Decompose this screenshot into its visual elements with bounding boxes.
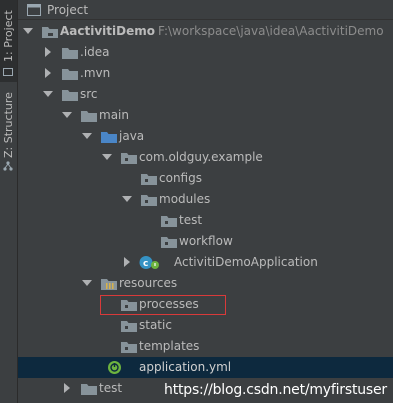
expand-arrow-right-icon[interactable] (121, 252, 133, 273)
folder-icon (62, 45, 78, 60)
folder-label: test (99, 381, 123, 395)
module-folder-icon (42, 24, 58, 39)
package-icon (121, 150, 137, 165)
left-tool-strip: 1: Project Z: Structure (0, 0, 18, 403)
structure-tab-label: Z: Structure (2, 92, 15, 158)
package-label: workflow (179, 234, 233, 248)
resources-folder-icon (101, 276, 117, 291)
tree-row-main[interactable]: main (18, 105, 393, 126)
folder-icon (121, 339, 137, 354)
class-label: ActivitiDemoApplication (174, 255, 318, 269)
tree-row-modules[interactable]: modules (18, 189, 393, 210)
folder-label: main (99, 108, 129, 122)
expand-arrow-right-icon[interactable] (42, 63, 54, 84)
tree-row-workflow[interactable]: workflow (18, 231, 393, 252)
package-label: com.oldguy.example (139, 150, 263, 164)
folder-icon (81, 381, 97, 396)
spring-config-file-icon (107, 360, 123, 375)
folder-label: resources (119, 276, 178, 290)
tree-row-mvn[interactable]: .mvn (18, 63, 393, 84)
project-tab-label: 1: Project (2, 10, 15, 62)
tree-row-app-class[interactable]: c ActivitiDemoApplication (18, 252, 393, 273)
structure-tool-tab[interactable]: Z: Structure (0, 88, 17, 174)
folder-icon (121, 297, 137, 312)
structure-tab-icon (3, 160, 13, 171)
expand-arrow-right-icon[interactable] (42, 42, 54, 63)
expand-arrow-down-icon[interactable] (81, 273, 93, 294)
package-label: test (179, 213, 203, 227)
expand-arrow-down-icon[interactable] (22, 21, 34, 42)
project-tree: AactivitiDemo F:\workspace\java\idea\Aac… (18, 21, 393, 403)
expand-arrow-down-icon[interactable] (121, 189, 133, 210)
source-folder-icon (101, 129, 117, 144)
tree-row-templates[interactable]: templates (18, 336, 393, 357)
folder-label: java (119, 129, 145, 143)
folder-label: static (139, 318, 172, 332)
project-window-icon (27, 4, 41, 16)
package-icon (141, 171, 157, 186)
expand-arrow-down-icon[interactable] (101, 147, 113, 168)
file-label: application.yml (139, 360, 232, 374)
expand-arrow-down-icon[interactable] (81, 126, 93, 147)
tree-row-java[interactable]: java (18, 126, 393, 147)
tree-row-test-package[interactable]: test (18, 210, 393, 231)
folder-icon (121, 318, 137, 333)
folder-label: src (80, 87, 98, 101)
folder-label: templates (139, 339, 200, 353)
package-icon (141, 192, 157, 207)
expand-arrow-down-icon[interactable] (42, 84, 54, 105)
folder-label: .idea (80, 45, 110, 59)
package-label: configs (159, 171, 202, 185)
panel-title: Project (47, 3, 89, 17)
tree-row-idea[interactable]: .idea (18, 42, 393, 63)
project-tool-tab[interactable]: 1: Project (0, 0, 17, 82)
expand-arrow-down-icon[interactable] (61, 105, 73, 126)
tree-row-root[interactable]: AactivitiDemo F:\workspace\java\idea\Aac… (18, 21, 393, 42)
folder-icon (81, 108, 97, 123)
package-label: modules (159, 192, 211, 206)
package-icon (161, 234, 177, 249)
folder-label: .mvn (80, 66, 111, 80)
project-tab-icon (3, 66, 13, 76)
watermark-text: https://blog.csdn.net/myfirstuser (164, 382, 387, 398)
project-panel-header: Project (18, 0, 393, 20)
tree-row-processes[interactable]: processes (18, 294, 393, 315)
svg-text:c: c (143, 259, 148, 269)
tree-row-src[interactable]: src (18, 84, 393, 105)
root-project-path: F:\workspace\java\idea\AactivitiDemo (158, 24, 384, 38)
folder-label: processes (139, 297, 199, 311)
root-project-label: AactivitiDemo (60, 24, 155, 38)
tree-row-resources[interactable]: resources (18, 273, 393, 294)
expand-arrow-right-icon[interactable] (61, 378, 73, 399)
tree-row-static[interactable]: static (18, 315, 393, 336)
tree-row-package[interactable]: com.oldguy.example (18, 147, 393, 168)
tree-row-configs[interactable]: configs (18, 168, 393, 189)
spring-boot-class-icon: c (139, 255, 159, 270)
tree-row-application-yml[interactable]: application.yml (18, 357, 393, 378)
folder-icon (62, 66, 78, 81)
folder-icon (62, 87, 78, 102)
package-icon (161, 213, 177, 228)
